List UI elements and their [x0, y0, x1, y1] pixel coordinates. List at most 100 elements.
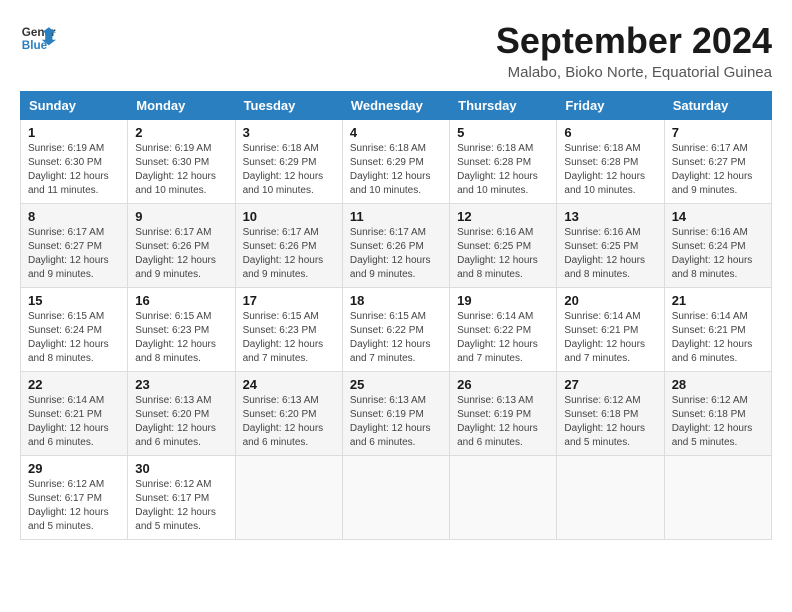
title-block: September 2024 Malabo, Bioko Norte, Equa… [496, 20, 772, 81]
day-number-11: 11 [350, 209, 442, 224]
day-cell-15: 15 Sunrise: 6:15 AMSunset: 6:24 PMDayligh… [21, 288, 128, 372]
day-cell-5: 5 Sunrise: 6:18 AMSunset: 6:28 PMDaylight… [450, 120, 557, 204]
header-sunday: Sunday [21, 92, 128, 120]
day-cell-4: 4 Sunrise: 6:18 AMSunset: 6:29 PMDaylight… [342, 120, 449, 204]
day-number-17: 17 [243, 293, 335, 308]
day-info-28: Sunrise: 6:12 AMSunset: 6:18 PMDaylight:… [672, 394, 764, 450]
day-number-14: 14 [672, 209, 764, 224]
day-number-28: 28 [672, 377, 764, 392]
week-row-4: 22Sunrise: 6:14 AMSunset: 6:21 PMDayligh… [21, 372, 772, 456]
week-row-3: 15 Sunrise: 6:15 AMSunset: 6:24 PMDayligh… [21, 288, 772, 372]
day-number-19: 19 [457, 293, 549, 308]
day-cell-7: 7 Sunrise: 6:17 AMSunset: 6:27 PMDaylight… [664, 120, 771, 204]
day-info-22: Sunrise: 6:14 AMSunset: 6:21 PMDaylight:… [28, 394, 120, 450]
day-info-2: Sunrise: 6:19 AMSunset: 6:30 PMDaylight:… [135, 142, 227, 198]
day-info-4: Sunrise: 6:18 AMSunset: 6:29 PMDaylight:… [350, 142, 442, 198]
day-number-10: 10 [243, 209, 335, 224]
day-number-15: 15 [28, 293, 120, 308]
day-info-25: Sunrise: 6:13 AMSunset: 6:19 PMDaylight:… [350, 394, 442, 450]
day-info-20: Sunrise: 6:14 AMSunset: 6:21 PMDaylight:… [564, 310, 656, 366]
day-number-16: 16 [135, 293, 227, 308]
day-cell-empty [342, 456, 449, 540]
day-cell-18: 18 Sunrise: 6:15 AMSunset: 6:22 PMDayligh… [342, 288, 449, 372]
day-info-7: Sunrise: 6:17 AMSunset: 6:27 PMDaylight:… [672, 142, 764, 198]
day-number-6: 6 [564, 125, 656, 140]
day-info-9: Sunrise: 6:17 AMSunset: 6:26 PMDaylight:… [135, 226, 227, 282]
day-number-13: 13 [564, 209, 656, 224]
day-info-17: Sunrise: 6:15 AMSunset: 6:23 PMDaylight:… [243, 310, 335, 366]
day-cell-30: 30 Sunrise: 6:12 AMSunset: 6:17 PMDayligh… [128, 456, 235, 540]
logo-icon: General Blue [20, 20, 56, 56]
day-number-24: 24 [243, 377, 335, 392]
day-cell-2: 2 Sunrise: 6:19 AMSunset: 6:30 PMDaylight… [128, 120, 235, 204]
day-number-30: 30 [135, 461, 227, 476]
day-cell-empty [235, 456, 342, 540]
day-cell-9: 9Sunrise: 6:17 AMSunset: 6:26 PMDaylight… [128, 204, 235, 288]
day-cell-8: 8Sunrise: 6:17 AMSunset: 6:27 PMDaylight… [21, 204, 128, 288]
day-cell-17: 17 Sunrise: 6:15 AMSunset: 6:23 PMDayligh… [235, 288, 342, 372]
day-number-1: 1 [28, 125, 120, 140]
day-number-27: 27 [564, 377, 656, 392]
day-number-25: 25 [350, 377, 442, 392]
day-number-7: 7 [672, 125, 764, 140]
day-cell-14: 14 Sunrise: 6:16 AMSunset: 6:24 PMDayligh… [664, 204, 771, 288]
header-saturday: Saturday [664, 92, 771, 120]
day-info-23: Sunrise: 6:13 AMSunset: 6:20 PMDaylight:… [135, 394, 227, 450]
day-info-26: Sunrise: 6:13 AMSunset: 6:19 PMDaylight:… [457, 394, 549, 450]
day-cell-16: 16 Sunrise: 6:15 AMSunset: 6:23 PMDayligh… [128, 288, 235, 372]
day-info-8: Sunrise: 6:17 AMSunset: 6:27 PMDaylight:… [28, 226, 120, 282]
day-info-14: Sunrise: 6:16 AMSunset: 6:24 PMDaylight:… [672, 226, 764, 282]
day-cell-20: 20 Sunrise: 6:14 AMSunset: 6:21 PMDayligh… [557, 288, 664, 372]
day-cell-12: 12Sunrise: 6:16 AMSunset: 6:25 PMDayligh… [450, 204, 557, 288]
day-number-4: 4 [350, 125, 442, 140]
header-wednesday: Wednesday [342, 92, 449, 120]
day-info-6: Sunrise: 6:18 AMSunset: 6:28 PMDaylight:… [564, 142, 656, 198]
week-row-1: 1 Sunrise: 6:19 AMSunset: 6:30 PMDaylight… [21, 120, 772, 204]
day-info-15: Sunrise: 6:15 AMSunset: 6:24 PMDaylight:… [28, 310, 120, 366]
location-title: Malabo, Bioko Norte, Equatorial Guinea [496, 64, 772, 81]
day-info-5: Sunrise: 6:18 AMSunset: 6:28 PMDaylight:… [457, 142, 549, 198]
day-info-18: Sunrise: 6:15 AMSunset: 6:22 PMDaylight:… [350, 310, 442, 366]
day-number-20: 20 [564, 293, 656, 308]
day-number-18: 18 [350, 293, 442, 308]
day-info-24: Sunrise: 6:13 AMSunset: 6:20 PMDaylight:… [243, 394, 335, 450]
day-number-3: 3 [243, 125, 335, 140]
day-info-29: Sunrise: 6:12 AMSunset: 6:17 PMDaylight:… [28, 478, 120, 534]
day-cell-19: 19 Sunrise: 6:14 AMSunset: 6:22 PMDayligh… [450, 288, 557, 372]
day-info-10: Sunrise: 6:17 AMSunset: 6:26 PMDaylight:… [243, 226, 335, 282]
day-cell-1: 1 Sunrise: 6:19 AMSunset: 6:30 PMDaylight… [21, 120, 128, 204]
day-info-16: Sunrise: 6:15 AMSunset: 6:23 PMDaylight:… [135, 310, 227, 366]
week-row-2: 8Sunrise: 6:17 AMSunset: 6:27 PMDaylight… [21, 204, 772, 288]
day-number-5: 5 [457, 125, 549, 140]
day-number-21: 21 [672, 293, 764, 308]
logo: General Blue General Blue [20, 20, 56, 56]
calendar-table: Sunday Monday Tuesday Wednesday Thursday… [20, 91, 772, 540]
day-info-30: Sunrise: 6:12 AMSunset: 6:17 PMDaylight:… [135, 478, 227, 534]
header-monday: Monday [128, 92, 235, 120]
month-title: September 2024 [496, 20, 772, 62]
day-number-29: 29 [28, 461, 120, 476]
day-info-1: Sunrise: 6:19 AMSunset: 6:30 PMDaylight:… [28, 142, 120, 198]
header-thursday: Thursday [450, 92, 557, 120]
day-cell-26: 26 Sunrise: 6:13 AMSunset: 6:19 PMDayligh… [450, 372, 557, 456]
day-cell-6: 6 Sunrise: 6:18 AMSunset: 6:28 PMDaylight… [557, 120, 664, 204]
day-cell-13: 13 Sunrise: 6:16 AMSunset: 6:25 PMDayligh… [557, 204, 664, 288]
day-cell-10: 10 Sunrise: 6:17 AMSunset: 6:26 PMDayligh… [235, 204, 342, 288]
header-friday: Friday [557, 92, 664, 120]
day-info-13: Sunrise: 6:16 AMSunset: 6:25 PMDaylight:… [564, 226, 656, 282]
day-number-2: 2 [135, 125, 227, 140]
day-info-19: Sunrise: 6:14 AMSunset: 6:22 PMDaylight:… [457, 310, 549, 366]
day-cell-22: 22Sunrise: 6:14 AMSunset: 6:21 PMDayligh… [21, 372, 128, 456]
day-cell-empty [450, 456, 557, 540]
day-cell-24: 24 Sunrise: 6:13 AMSunset: 6:20 PMDayligh… [235, 372, 342, 456]
day-cell-27: 27Sunrise: 6:12 AMSunset: 6:18 PMDayligh… [557, 372, 664, 456]
week-row-5: 29 Sunrise: 6:12 AMSunset: 6:17 PMDayligh… [21, 456, 772, 540]
day-number-23: 23 [135, 377, 227, 392]
day-cell-empty [664, 456, 771, 540]
day-cell-11: 11 Sunrise: 6:17 AMSunset: 6:26 PMDayligh… [342, 204, 449, 288]
weekday-header-row: Sunday Monday Tuesday Wednesday Thursday… [21, 92, 772, 120]
day-info-11: Sunrise: 6:17 AMSunset: 6:26 PMDaylight:… [350, 226, 442, 282]
day-number-26: 26 [457, 377, 549, 392]
header-tuesday: Tuesday [235, 92, 342, 120]
day-cell-29: 29 Sunrise: 6:12 AMSunset: 6:17 PMDayligh… [21, 456, 128, 540]
